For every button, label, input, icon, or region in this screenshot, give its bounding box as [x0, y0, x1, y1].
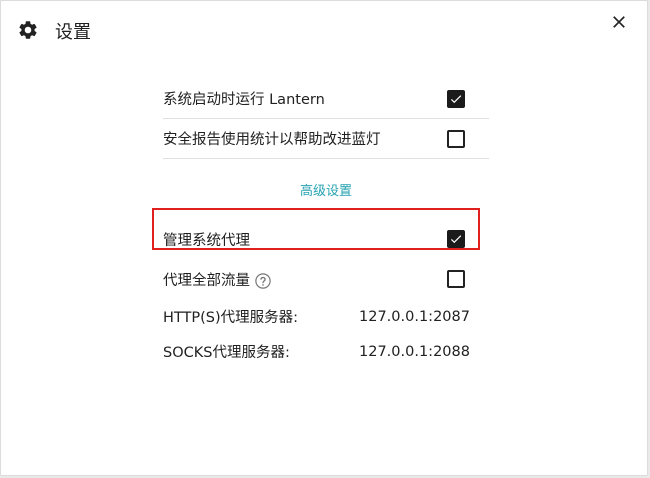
- settings-content: 系统启动时运行 Lantern 安全报告使用统计以帮助改进蓝灯 高级设置 管理系…: [163, 79, 489, 369]
- http-proxy-value: 127.0.0.1:2087: [359, 308, 470, 325]
- check-icon: [450, 235, 462, 244]
- http-proxy-row: HTTP(S)代理服务器: 127.0.0.1:2087: [163, 299, 489, 334]
- setting-row-manage-system-proxy: 管理系统代理: [163, 219, 489, 259]
- manage-system-proxy-label: 管理系统代理: [163, 232, 250, 249]
- socks-proxy-label: SOCKS代理服务器:: [163, 345, 290, 361]
- setting-row-proxy-all-traffic: 代理全部流量: [163, 259, 489, 299]
- check-icon: [450, 94, 462, 103]
- send-statistics-label: 安全报告使用统计以帮助改进蓝灯: [163, 132, 381, 148]
- proxy-all-traffic-label: 代理全部流量: [163, 272, 250, 289]
- advanced-settings-link[interactable]: 高级设置: [163, 159, 489, 219]
- proxy-all-traffic-label-wrap: 代理全部流量: [163, 269, 489, 290]
- http-proxy-label: HTTP(S)代理服务器:: [163, 310, 299, 326]
- launch-at-startup-label: 系统启动时运行 Lantern: [163, 92, 325, 108]
- manage-system-proxy-checkbox[interactable]: [447, 230, 465, 248]
- settings-dialog: 设置 系统启动时运行 Lantern 安全报告使用统计以帮助改进蓝灯 高级设置 …: [0, 0, 648, 476]
- help-circle-icon[interactable]: [254, 272, 272, 290]
- gear-icon: [19, 21, 37, 39]
- dialog-title: 设置: [55, 22, 91, 43]
- socks-proxy-value: 127.0.0.1:2088: [359, 343, 470, 360]
- proxy-all-traffic-checkbox[interactable]: [447, 270, 465, 288]
- socks-proxy-row: SOCKS代理服务器: 127.0.0.1:2088: [163, 334, 489, 369]
- dialog-header: 设置: [1, 1, 647, 65]
- setting-row-send-statistics: 安全报告使用统计以帮助改进蓝灯: [163, 119, 489, 159]
- launch-at-startup-checkbox[interactable]: [447, 89, 465, 108]
- setting-row-launch-at-startup: 系统启动时运行 Lantern: [163, 79, 489, 119]
- close-icon[interactable]: [609, 12, 629, 32]
- send-statistics-checkbox[interactable]: [447, 129, 465, 148]
